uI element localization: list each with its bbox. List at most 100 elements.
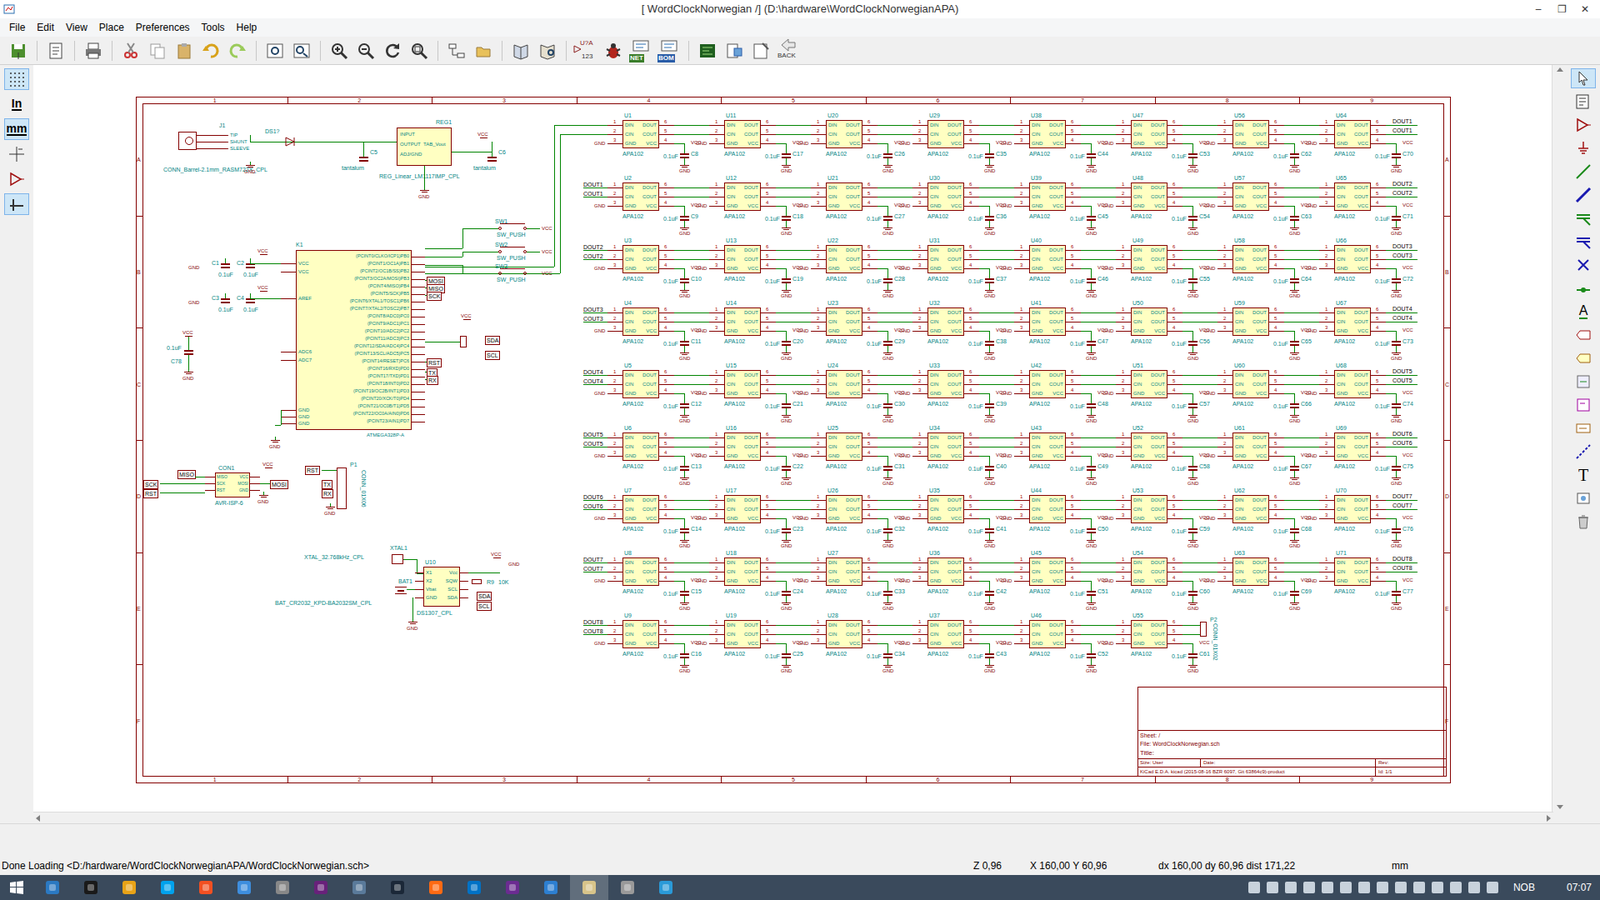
pin-number: 5 (664, 503, 667, 509)
grid-toggle-button[interactable] (4, 68, 30, 90)
restore-button[interactable]: ❐ (1550, 1, 1574, 17)
annotate-button[interactable]: U?A123 (573, 39, 599, 63)
units-button[interactable]: mm (4, 118, 30, 140)
wire (1294, 143, 1295, 154)
menu-item[interactable]: File (3, 20, 31, 35)
pin-number: 1 (816, 306, 820, 312)
hierarchy-icon[interactable] (445, 39, 469, 63)
save-icon[interactable] (6, 39, 30, 63)
pin-number: 1 (1121, 244, 1125, 250)
close-button[interactable]: ✕ (1573, 1, 1597, 17)
zoom-in-icon[interactable] (327, 39, 351, 63)
pin (709, 259, 725, 260)
pin-number: 6 (1274, 244, 1277, 250)
pin-name: GND (1133, 328, 1145, 334)
pin-number: 6 (1274, 119, 1277, 125)
pin-name: VCC (950, 390, 962, 396)
power-label: GND (1187, 418, 1199, 424)
chip-reference: U48 (1132, 175, 1144, 181)
hidden-pins-button[interactable] (4, 168, 30, 190)
chip-reference: U30 (929, 175, 940, 181)
gnd-symbol (1291, 479, 1298, 480)
gnd-symbol (1088, 291, 1095, 293)
menu-item[interactable]: View (60, 20, 94, 35)
find-icon[interactable] (263, 39, 287, 63)
wire (1080, 205, 1091, 207)
load-sheet-icon[interactable] (471, 39, 495, 63)
net-label: DOUT1 (583, 181, 604, 188)
pin-number: 3 (816, 325, 820, 330)
toolbar-separator (255, 40, 257, 61)
import-footprint-icon[interactable] (722, 39, 746, 63)
free-angle-button[interactable] (4, 193, 30, 215)
library-editor-icon[interactable] (509, 39, 533, 63)
pin-name: DOUT (947, 122, 962, 128)
capacitor-value: 0.1uF (968, 340, 984, 347)
units-button[interactable]: In (4, 93, 30, 115)
pin-name: GND (1031, 140, 1043, 146)
power-label: GND (1102, 453, 1114, 459)
power-label: GND (780, 418, 792, 424)
border-tick (720, 96, 722, 104)
schematic-canvas[interactable]: 112233445566778899AABBCCDDEEFFSheet: /Fi… (33, 65, 1552, 812)
redraw-icon[interactable] (380, 39, 405, 63)
find-replace-icon[interactable] (290, 39, 314, 63)
wire (1192, 283, 1194, 290)
menu-item[interactable]: Preferences (130, 20, 196, 35)
pcbnew-icon[interactable] (749, 39, 773, 63)
copy-icon[interactable] (145, 39, 170, 63)
pin (659, 268, 675, 270)
wire (877, 384, 913, 385)
zoom-out-icon[interactable] (354, 39, 378, 63)
power-label: GND (899, 140, 910, 146)
gnd-symbol (885, 291, 891, 293)
pin-name: GND (930, 203, 941, 209)
pin (862, 509, 878, 510)
wire (1284, 268, 1295, 270)
netlist-button[interactable]: NET (628, 39, 654, 63)
cursor-shape-button[interactable] (4, 143, 30, 165)
pin-name: CIN (1235, 131, 1244, 137)
print-icon[interactable] (81, 39, 105, 63)
capacitor-value: 0.1uF (1171, 215, 1187, 222)
wire (877, 250, 913, 251)
power-label: GND (984, 230, 995, 236)
pin (1370, 437, 1386, 439)
menu-item[interactable]: Place (93, 20, 130, 35)
page-settings-icon[interactable] (44, 39, 68, 63)
menu-item[interactable]: Tools (195, 20, 231, 35)
zoom-fit-icon[interactable] (407, 39, 431, 63)
erc-icon[interactable] (601, 39, 625, 63)
power-label: GND (797, 515, 809, 521)
pin-name: COUT (947, 131, 962, 137)
pin-name: COUT (1252, 381, 1267, 387)
cut-icon[interactable] (119, 39, 143, 63)
capacitor-value: 0.1uF (1070, 465, 1085, 472)
wire (1395, 143, 1397, 154)
wire (684, 345, 685, 353)
pin-name: CIN (1031, 194, 1040, 200)
power-label: GND (899, 203, 910, 209)
menu-item[interactable]: Help (230, 20, 264, 35)
menu-item[interactable]: Edit (30, 20, 60, 35)
gnd-symbol (680, 540, 690, 541)
border-column-label: 5 (791, 776, 795, 783)
pin (810, 321, 826, 323)
redo-icon[interactable] (225, 39, 250, 63)
wire (1182, 437, 1218, 439)
cvpcb-icon[interactable] (695, 39, 720, 63)
minimize-button[interactable]: – (1526, 1, 1550, 17)
pin (1217, 384, 1233, 385)
pin (760, 196, 776, 198)
pin (964, 518, 980, 520)
back-button[interactable]: BACK (775, 38, 801, 64)
gnd-symbol (1086, 477, 1096, 479)
capacitor-reference: C54 (1199, 213, 1210, 220)
pin (862, 205, 878, 207)
paste-icon[interactable] (172, 39, 196, 63)
library-browser-icon[interactable] (535, 39, 560, 63)
pin (760, 455, 776, 457)
undo-icon[interactable] (199, 39, 223, 63)
bom-button[interactable]: BOM (656, 39, 682, 63)
wire (1182, 187, 1218, 189)
